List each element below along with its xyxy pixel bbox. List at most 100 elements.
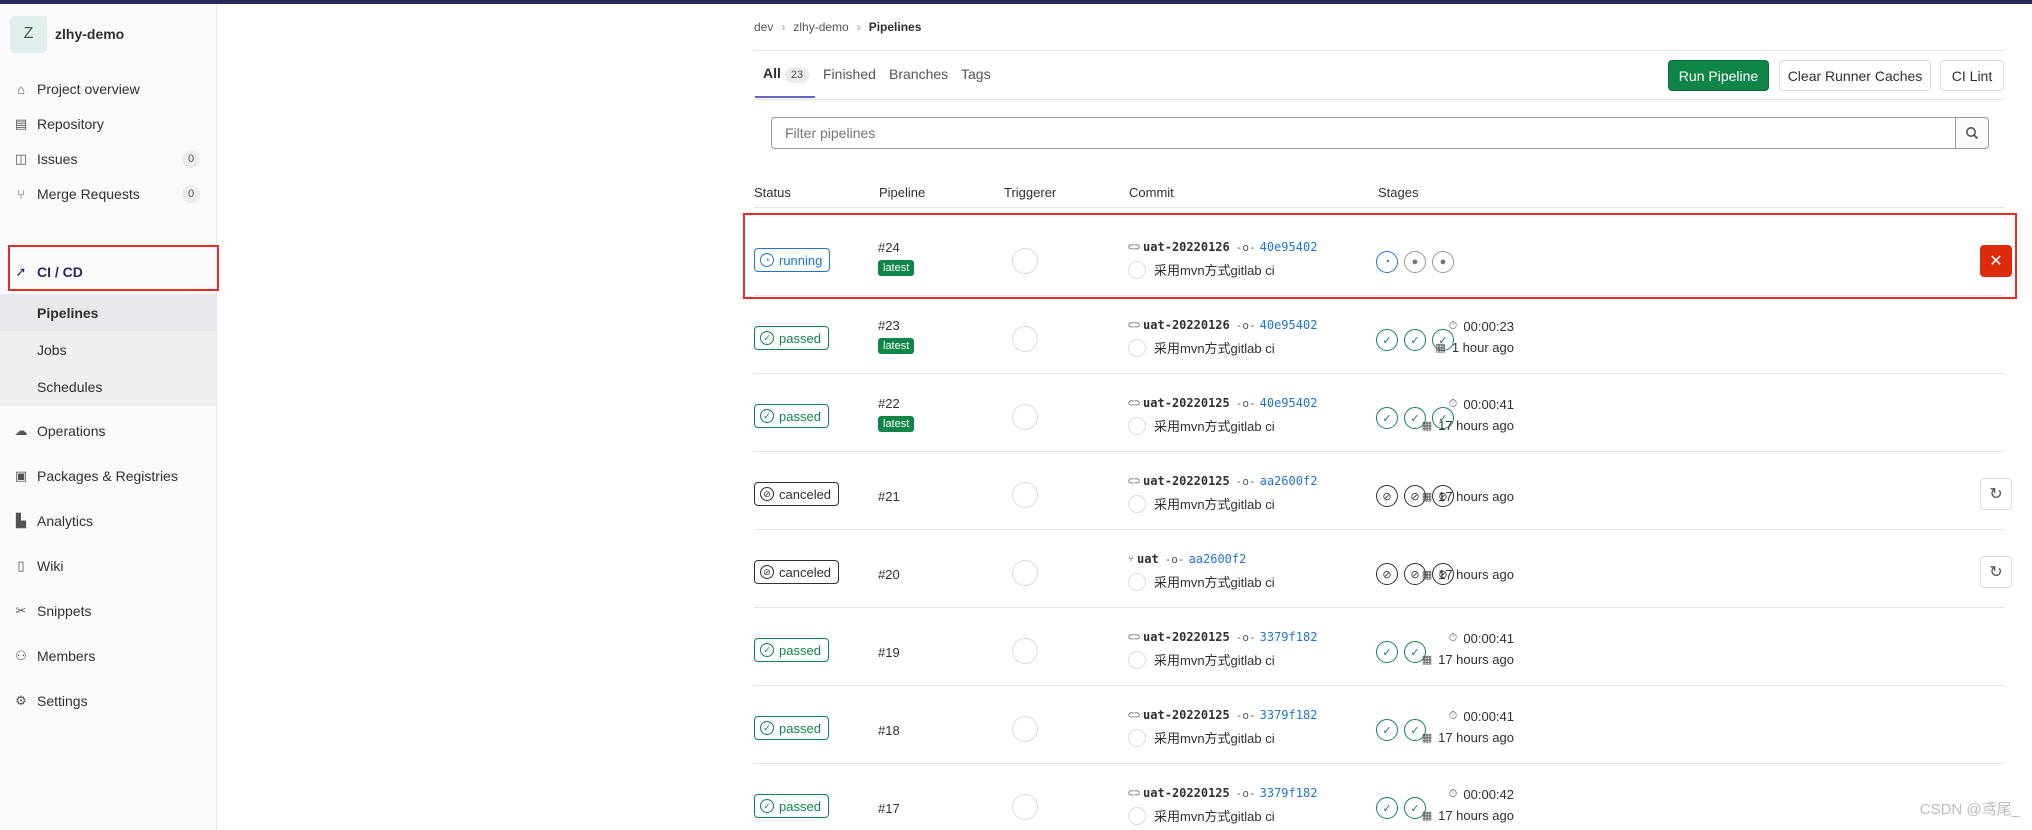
highlight-box-ci-cd [8, 245, 219, 291]
breadcrumb-current[interactable]: Pipelines [869, 20, 922, 34]
author-avatar[interactable] [1128, 728, 1146, 747]
retry-pipeline-button[interactable]: ↻ [1980, 478, 2012, 510]
sidebar-item-label: Project overview [37, 81, 140, 97]
commit-ref: ⊂⊃ uat-20220126 -o- 40e95402 [1128, 318, 1317, 332]
tab-tags[interactable]: Tags [961, 66, 991, 82]
commit-sha-link[interactable]: 3379f182 [1260, 630, 1318, 644]
pipeline-id-link[interactable]: #20 [878, 567, 900, 582]
breadcrumb-project[interactable]: zlhy-demo [793, 20, 848, 34]
table-row: ✓ passed #22 latest ⊂⊃ uat-20220125 -o- 40e9… [754, 374, 2004, 452]
commit-title-link[interactable]: 采用mvn方式gitlab ci [1154, 650, 1275, 669]
triggerer-avatar[interactable] [1012, 638, 1038, 664]
status-badge[interactable]: ✓ passed [754, 638, 829, 662]
ref-link[interactable]: uat-20220125 [1143, 474, 1230, 488]
breadcrumb: dev › zlhy-demo › Pipelines [754, 20, 921, 34]
sidebar-subitem-jobs[interactable]: Jobs [0, 331, 216, 368]
sidebar-item-operations[interactable]: ☁ Operations [0, 409, 216, 453]
sidebar-item-settings[interactable]: ⚙ Settings [0, 679, 216, 723]
status-badge[interactable]: ✓ passed [754, 404, 829, 428]
success-status-icon: ✓ [760, 799, 774, 813]
commit-title-link[interactable]: 采用mvn方式gitlab ci [1154, 728, 1275, 747]
top-bar [0, 0, 2032, 4]
commit-sha-link[interactable]: aa2600f2 [1260, 474, 1318, 488]
cloud-gear-icon: ☁ [14, 423, 28, 438]
ref-link[interactable]: uat-20220125 [1143, 708, 1230, 722]
retry-pipeline-button[interactable]: ↻ [1980, 556, 2012, 588]
tag-icon: ⊂⊃ [1128, 631, 1141, 643]
stage-success-icon[interactable]: ✓ [1404, 329, 1426, 351]
commit-sha-link[interactable]: 40e95402 [1260, 318, 1318, 332]
tab-label: All [763, 65, 781, 81]
project-header[interactable]: Z zlhy-demo [10, 15, 124, 53]
active-tab-indicator [755, 96, 815, 98]
ref-link[interactable]: uat-20220125 [1143, 630, 1230, 644]
stage-success-icon[interactable]: ✓ [1376, 719, 1398, 741]
commit-sha-link[interactable]: 3379f182 [1260, 708, 1318, 722]
commit-sha-link[interactable]: aa2600f2 [1189, 552, 1247, 566]
stage-canceled-icon[interactable]: ⊘ [1376, 563, 1398, 585]
column-header-pipeline: Pipeline [879, 185, 926, 200]
stage-success-icon[interactable]: ✓ [1376, 641, 1398, 663]
author-avatar[interactable] [1128, 806, 1146, 825]
sidebar-item-merge-requests[interactable]: ⑂ Merge Requests 0 [0, 172, 216, 216]
merge-requests-count-badge: 0 [182, 185, 200, 203]
status-badge[interactable]: ✓ passed [754, 326, 829, 350]
author-avatar[interactable] [1128, 338, 1146, 357]
latest-badge: latest [878, 338, 915, 354]
status-badge[interactable]: ✓ passed [754, 716, 829, 740]
ref-link[interactable]: uat-20220125 [1143, 786, 1230, 800]
tab-all[interactable]: All 23 [763, 65, 810, 83]
tab-finished[interactable]: Finished [823, 66, 876, 82]
author-avatar[interactable] [1128, 494, 1146, 513]
stage-success-icon[interactable]: ✓ [1376, 329, 1398, 351]
pipeline-id-link[interactable]: #23 [878, 318, 900, 333]
status-badge[interactable]: ✓ passed [754, 794, 829, 818]
stage-canceled-icon[interactable]: ⊘ [1376, 485, 1398, 507]
sidebar-item-snippets[interactable]: ✂ Snippets [0, 589, 216, 633]
commit-title-link[interactable]: 采用mvn方式gitlab ci [1154, 806, 1275, 825]
triggerer-avatar[interactable] [1012, 560, 1038, 586]
commit-sha-link[interactable]: 3379f182 [1260, 786, 1318, 800]
commit-sha-link[interactable]: 40e95402 [1260, 396, 1318, 410]
breadcrumb-group[interactable]: dev [754, 20, 773, 34]
ref-link[interactable]: uat [1137, 552, 1159, 566]
triggerer-avatar[interactable] [1012, 716, 1038, 742]
calendar-icon: ▦ [1435, 342, 1446, 354]
status-badge[interactable]: ⊘ canceled [754, 560, 840, 584]
sidebar-item-analytics[interactable]: ▙ Analytics [0, 499, 216, 543]
triggerer-avatar[interactable] [1012, 326, 1038, 352]
sidebar-item-wiki[interactable]: ▯ Wiki [0, 544, 216, 588]
pipeline-id-link[interactable]: #22 [878, 396, 900, 411]
commit-title-link[interactable]: 采用mvn方式gitlab ci [1154, 416, 1275, 435]
sidebar-item-packages[interactable]: ▣ Packages & Registries [0, 454, 216, 498]
sidebar-subitem-pipelines[interactable]: Pipelines [0, 294, 216, 331]
ref-link[interactable]: uat-20220125 [1143, 396, 1230, 410]
author-avatar[interactable] [1128, 416, 1146, 435]
triggerer-avatar[interactable] [1012, 404, 1038, 430]
pipeline-id-link[interactable]: #21 [878, 489, 900, 504]
ref-link[interactable]: uat-20220126 [1143, 318, 1230, 332]
pipeline-id-link[interactable]: #17 [878, 801, 900, 816]
clear-runner-caches-button[interactable]: Clear Runner Caches [1779, 60, 1931, 91]
status-badge[interactable]: ⊘ canceled [754, 482, 840, 506]
commit-title-link[interactable]: 采用mvn方式gitlab ci [1154, 494, 1275, 513]
pipeline-id-link[interactable]: #19 [878, 645, 900, 660]
sidebar-subitem-schedules[interactable]: Schedules [0, 368, 216, 405]
commit-icon: -o- [1235, 708, 1256, 722]
ci-lint-button[interactable]: CI Lint [1940, 60, 2004, 91]
tab-branches[interactable]: Branches [889, 66, 948, 82]
author-avatar[interactable] [1128, 650, 1146, 669]
sidebar-item-members[interactable]: ⚇ Members [0, 634, 216, 678]
commit-title-link[interactable]: 采用mvn方式gitlab ci [1154, 338, 1275, 357]
stage-success-icon[interactable]: ✓ [1376, 407, 1398, 429]
search-button[interactable] [1956, 117, 1989, 149]
triggerer-avatar[interactable] [1012, 482, 1038, 508]
triggerer-avatar[interactable] [1012, 794, 1038, 820]
commit-title-link[interactable]: 采用mvn方式gitlab ci [1154, 572, 1275, 591]
pipeline-id-link[interactable]: #18 [878, 723, 900, 738]
timer-icon: ⏱ [1448, 788, 1458, 800]
filter-pipelines-input[interactable] [771, 117, 1956, 149]
author-avatar[interactable] [1128, 572, 1146, 591]
run-pipeline-button[interactable]: Run Pipeline [1668, 60, 1769, 91]
stage-success-icon[interactable]: ✓ [1376, 797, 1398, 819]
